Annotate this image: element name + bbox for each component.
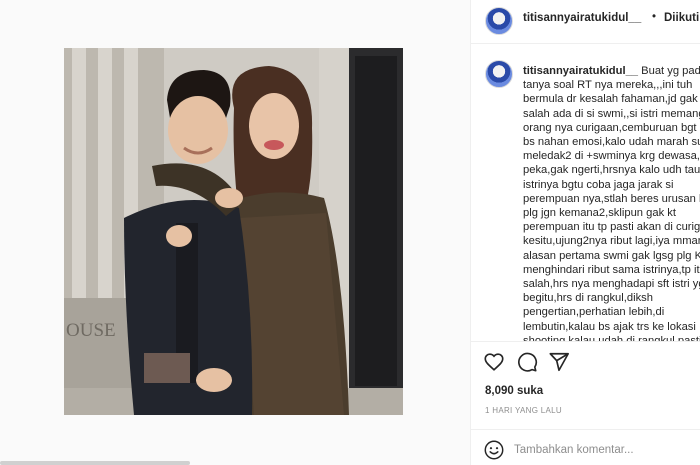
like-count[interactable]: 8,090 suka <box>485 385 543 397</box>
header-username[interactable]: titisannyairatukidul__ <box>523 12 641 24</box>
svg-text:OUSE: OUSE <box>66 320 116 341</box>
post-media-pane: OUSE <box>0 0 470 465</box>
post-photo[interactable]: OUSE <box>64 48 403 415</box>
emoji-icon[interactable] <box>483 439 505 461</box>
actions-divider <box>471 341 700 342</box>
separator-dot: • <box>652 11 657 23</box>
heart-icon[interactable] <box>483 351 505 373</box>
comments-area[interactable]: titisannyairatukidul__ Buat yg pada tany… <box>471 44 700 341</box>
avatar[interactable] <box>485 7 513 35</box>
post-caption: titisannyairatukidul__ Buat yg pada tany… <box>523 64 700 341</box>
comment-input[interactable] <box>514 440 694 460</box>
caption-avatar[interactable] <box>485 60 513 88</box>
caption-username[interactable]: titisannyairatukidul__ <box>523 65 638 77</box>
horizontal-scrollbar[interactable] <box>0 461 190 465</box>
follow-status-button[interactable]: Diikuti <box>664 12 699 24</box>
share-icon[interactable] <box>548 351 570 373</box>
comment-divider <box>471 429 700 430</box>
post-header: titisannyairatukidul__ • Diikuti <box>471 0 700 44</box>
caption-text: Buat yg pada tanya soal RT nya mereka,,,… <box>523 65 700 341</box>
comment-icon[interactable] <box>516 351 538 373</box>
post-timestamp: 1 HARI YANG LALU <box>485 406 562 415</box>
